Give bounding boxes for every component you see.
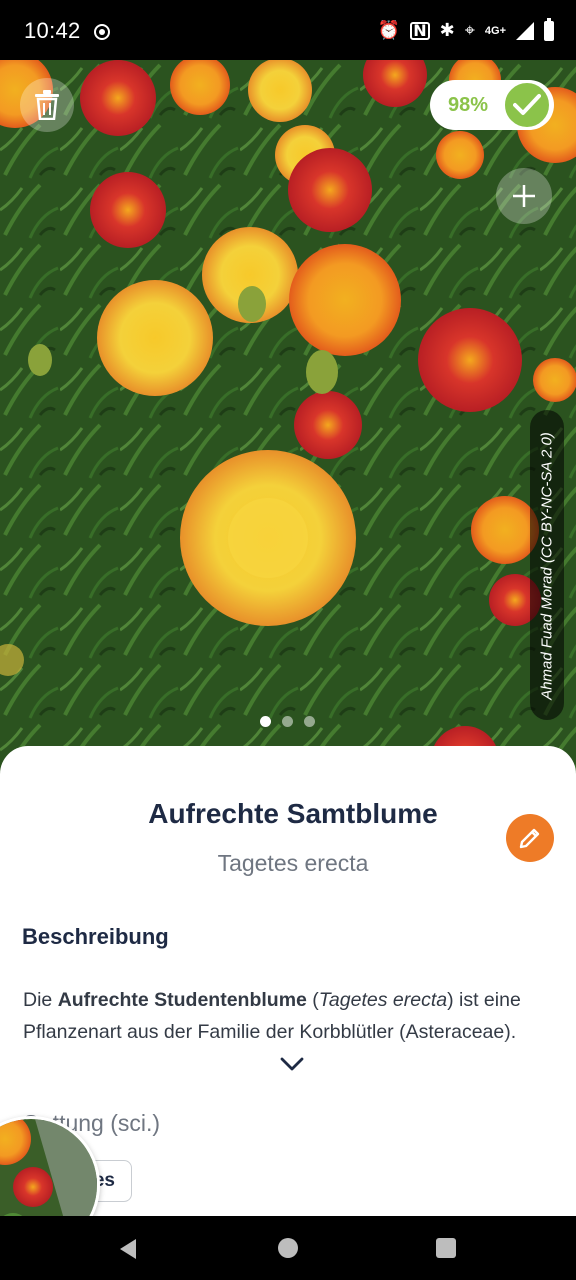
pager-dot-1[interactable] — [260, 716, 271, 727]
alarm-icon: ⏰ — [377, 20, 401, 41]
network-type: 4G+ — [484, 25, 506, 37]
description-heading: Beschreibung — [22, 924, 169, 949]
photo-pager[interactable] — [260, 716, 315, 727]
plant-details-sheet[interactable]: Aufrechte Samtblume Tagetes erecta Besch… — [0, 746, 576, 1216]
signal-icon — [516, 22, 534, 40]
screen-record-icon — [94, 24, 110, 40]
confidence-badge[interactable]: 98% — [430, 80, 554, 130]
bluetooth-icon: ✱ — [439, 20, 455, 41]
navigation-bar — [0, 1216, 576, 1280]
nfc-icon: N — [410, 22, 430, 40]
status-bar: 10:42 ⏰ N ✱ ⌖ 4G+ — [0, 0, 576, 60]
plant-scientific-name: Tagetes erecta — [217, 850, 369, 876]
pencil-icon — [519, 828, 540, 849]
confirm-button[interactable] — [502, 80, 552, 130]
marigold-image — [0, 60, 576, 780]
plus-icon — [513, 185, 535, 207]
description-paren-open: ( — [306, 989, 319, 1011]
description-italic-name: Tagetes erecta — [318, 989, 448, 1011]
status-time: 10:42 — [24, 18, 81, 43]
pager-dot-3[interactable] — [304, 716, 315, 727]
recent-apps-icon[interactable] — [436, 1238, 456, 1258]
description-bold-name: Aufrechte Studentenblume — [57, 989, 307, 1011]
photo-credit: Ahmad Fuad Morad (CC BY-NC-SA 2.0) — [538, 432, 556, 700]
plant-common-name: Aufrechte Samtblume — [148, 798, 438, 829]
trash-icon — [35, 90, 59, 120]
check-icon — [513, 94, 541, 115]
delete-button[interactable] — [20, 78, 74, 132]
chevron-down-icon[interactable] — [278, 1054, 306, 1074]
pager-dot-2[interactable] — [282, 716, 293, 727]
edit-button[interactable] — [506, 814, 554, 862]
plant-photo[interactable] — [0, 60, 576, 780]
location-icon: ⌖ — [464, 20, 475, 41]
back-icon[interactable] — [118, 1238, 138, 1260]
confidence-value: 98% — [448, 93, 489, 116]
battery-icon — [544, 18, 554, 41]
status-icons: ⏰ N ✱ ⌖ 4G+ — [377, 18, 554, 42]
add-photo-button[interactable] — [496, 168, 552, 224]
home-icon[interactable] — [278, 1238, 298, 1258]
description-intro: Die — [23, 989, 58, 1011]
